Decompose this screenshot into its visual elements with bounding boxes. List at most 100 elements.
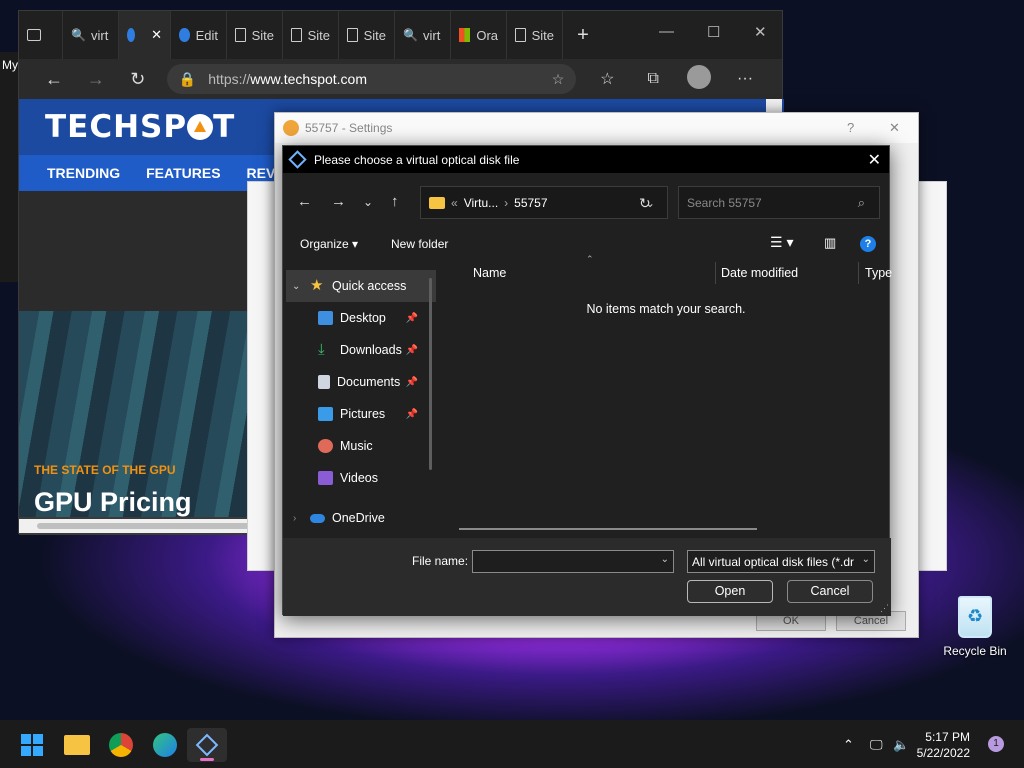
nav-onedrive[interactable]: › OneDrive: [286, 502, 436, 534]
chevron-down-icon[interactable]: ⌄: [858, 554, 870, 565]
nav-features[interactable]: FEATURES: [146, 165, 220, 181]
hero-title[interactable]: GPU Pricing: [34, 487, 192, 518]
chrome-button[interactable]: [101, 728, 141, 762]
column-type[interactable]: Type: [865, 266, 892, 280]
tab-site-1[interactable]: Site: [227, 11, 283, 59]
page-icon: [515, 28, 526, 42]
chevron-down-icon[interactable]: ⌄: [661, 554, 669, 565]
avatar: [687, 64, 712, 89]
favorites-icon[interactable]: ☆: [584, 69, 630, 89]
tab-site-2[interactable]: Site: [283, 11, 339, 59]
view-options-icon[interactable]: ☰ ▾: [770, 234, 793, 251]
settings-close-button[interactable]: ✕: [889, 120, 900, 136]
new-folder-button[interactable]: New folder: [391, 237, 448, 251]
clock-date: 5/22/2022: [916, 746, 970, 760]
tab-search-1[interactable]: 🔍 virt: [63, 11, 119, 59]
nav-videos[interactable]: Videos: [286, 462, 436, 494]
nav-label: OneDrive: [332, 511, 385, 525]
nav-trending[interactable]: TRENDING: [47, 165, 120, 181]
tab-label: Site: [251, 27, 274, 43]
back-button[interactable]: ←: [33, 69, 75, 90]
collections-icon[interactable]: ⧉: [630, 70, 676, 88]
file-list-scrollbar[interactable]: [459, 528, 757, 530]
profile-button[interactable]: [676, 64, 722, 94]
tab-virtualbox[interactable]: ✕: [119, 11, 171, 59]
clock[interactable]: 5:17 PM 5/22/2022: [910, 729, 970, 761]
file-name-input[interactable]: ⌄: [472, 550, 674, 573]
breadcrumb-overflow[interactable]: «: [451, 196, 458, 210]
tab-oracle[interactable]: Ora: [451, 11, 507, 59]
tab-site-3[interactable]: Site: [339, 11, 395, 59]
nav-quick-access[interactable]: ⌄ ★ Quick access: [286, 270, 436, 302]
column-divider[interactable]: [858, 262, 859, 284]
pictures-icon: [318, 407, 333, 421]
search-placeholder: Search 55757: [687, 195, 762, 210]
add-favorite-icon[interactable]: ☆: [552, 71, 565, 88]
search-input[interactable]: Search 55757 ⌕: [678, 186, 880, 219]
close-tab-icon[interactable]: ✕: [151, 27, 162, 43]
refresh-button[interactable]: ↻: [117, 69, 159, 90]
page-icon: [235, 28, 246, 42]
chevron-up-icon[interactable]: ⌃: [843, 737, 854, 753]
techspot-logo[interactable]: TECHSP T: [45, 109, 235, 145]
tab-edit[interactable]: Edit: [171, 11, 227, 59]
column-date-modified[interactable]: Date modified: [721, 266, 798, 280]
file-type-filter[interactable]: All virtual optical disk files (*.dr ⌄: [687, 550, 875, 573]
breadcrumb-current[interactable]: 55757: [514, 196, 547, 210]
nav-pictures[interactable]: Pictures 📌: [286, 398, 436, 430]
forward-button[interactable]: →: [331, 193, 346, 210]
chevron-right-icon[interactable]: ›: [286, 513, 310, 524]
tab-search-2[interactable]: 🔍 virt: [395, 11, 451, 59]
maximize-button[interactable]: ☐: [707, 23, 720, 41]
network-icon[interactable]: 🖵: [870, 737, 883, 753]
refresh-icon[interactable]: ↻: [639, 195, 651, 212]
nav-desktop[interactable]: Desktop 📌: [286, 302, 436, 334]
column-divider[interactable]: [715, 262, 716, 284]
help-button[interactable]: ?: [847, 120, 854, 135]
search-icon: 🔍: [403, 28, 418, 42]
breadcrumb[interactable]: « Virtu... › 55757 ⌄: [420, 186, 668, 219]
address-bar-row: ← → ↻ 🔒 https://www.techspot.com ☆ ☆ ⧉ ·…: [19, 59, 782, 99]
chevron-down-icon[interactable]: ⌄: [286, 281, 310, 292]
resize-grip-icon[interactable]: ⋰: [880, 603, 889, 614]
dialog-close-button[interactable]: ✕: [868, 150, 881, 170]
cancel-button[interactable]: Cancel: [787, 580, 873, 603]
open-button[interactable]: Open: [687, 580, 773, 603]
cloud-icon: [310, 513, 325, 523]
close-window-button[interactable]: ✕: [754, 23, 767, 41]
tab-site-4[interactable]: Site: [507, 11, 563, 59]
download-icon: ⤓: [318, 341, 325, 358]
hero-kicker: THE STATE OF THE GPU: [34, 463, 176, 477]
column-name[interactable]: Name: [473, 266, 506, 280]
help-icon[interactable]: ?: [860, 236, 876, 252]
file-explorer-button[interactable]: [57, 728, 97, 762]
dialog-footer: File name: ⌄ All virtual optical disk fi…: [283, 538, 891, 616]
nav-documents[interactable]: Documents 📌: [286, 366, 436, 398]
nav-downloads[interactable]: ⤓ Downloads 📌: [286, 334, 436, 366]
organize-button[interactable]: Organize ▾: [300, 237, 358, 251]
volume-icon[interactable]: 🔈: [893, 737, 909, 753]
new-tab-button[interactable]: +: [563, 24, 603, 47]
more-menu-icon[interactable]: ···: [722, 70, 768, 88]
back-button[interactable]: ←: [297, 193, 312, 210]
forward-button[interactable]: →: [75, 69, 117, 90]
recent-locations-button[interactable]: ⌄: [363, 195, 373, 209]
virtualbox-button[interactable]: [187, 728, 227, 762]
preview-pane-icon[interactable]: ▥: [824, 235, 836, 251]
pin-icon: 📌: [405, 408, 418, 420]
nav-pane-scrollbar[interactable]: [429, 278, 432, 470]
minimize-button[interactable]: —: [659, 23, 674, 40]
notification-badge[interactable]: 1: [988, 736, 1004, 752]
dialog-nav-bar: ← → ⌄ ↑ « Virtu... › 55757 ⌄ ↻ Search 55…: [283, 186, 891, 220]
start-button[interactable]: [12, 728, 52, 762]
address-bar[interactable]: 🔒 https://www.techspot.com ☆: [166, 64, 577, 94]
up-button[interactable]: ↑: [391, 193, 399, 210]
recycle-bin[interactable]: Recycle Bin: [940, 596, 1010, 658]
dialog-title: Please choose a virtual optical disk fil…: [314, 152, 520, 167]
page-icon: [347, 28, 358, 42]
tab-actions-button[interactable]: [19, 11, 63, 59]
breadcrumb-parent[interactable]: Virtu...: [464, 196, 498, 210]
edge-button[interactable]: [145, 728, 185, 762]
tab-actions-icon: [27, 29, 41, 41]
nav-music[interactable]: Music: [286, 430, 436, 462]
